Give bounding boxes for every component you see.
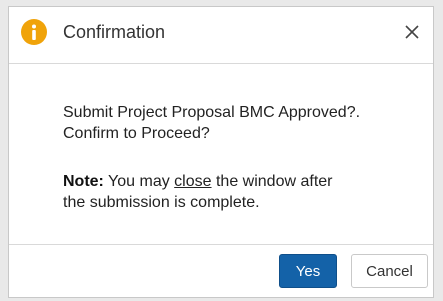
- close-icon: [405, 25, 419, 39]
- dialog-title: Confirmation: [63, 22, 166, 42]
- confirmation-message: Submit Project Proposal BMC Approved?. C…: [63, 102, 403, 144]
- note-text: Note: You may close the window after the…: [63, 171, 403, 213]
- cancel-button[interactable]: Cancel: [351, 254, 428, 288]
- dialog-header: Confirmation: [9, 7, 433, 64]
- message-line-2: Confirm to Proceed?: [63, 125, 210, 142]
- dialog-footer: Yes Cancel: [9, 244, 433, 297]
- yes-button[interactable]: Yes: [279, 254, 337, 288]
- confirmation-dialog: Confirmation Submit Project Proposal BMC…: [8, 6, 434, 298]
- note-post: the window after: [211, 173, 333, 190]
- note-line-2: the submission is complete.: [63, 194, 260, 211]
- dialog-body: Submit Project Proposal BMC Approved?. C…: [9, 64, 433, 244]
- note-label: Note:: [63, 173, 104, 190]
- info-icon: [21, 19, 47, 45]
- note-line-1: Note: You may close the window after: [63, 171, 403, 192]
- message-line-1: Submit Project Proposal BMC Approved?.: [63, 104, 361, 121]
- close-link[interactable]: close: [174, 173, 211, 190]
- close-button[interactable]: [401, 21, 423, 43]
- note-pre: You may: [103, 173, 175, 190]
